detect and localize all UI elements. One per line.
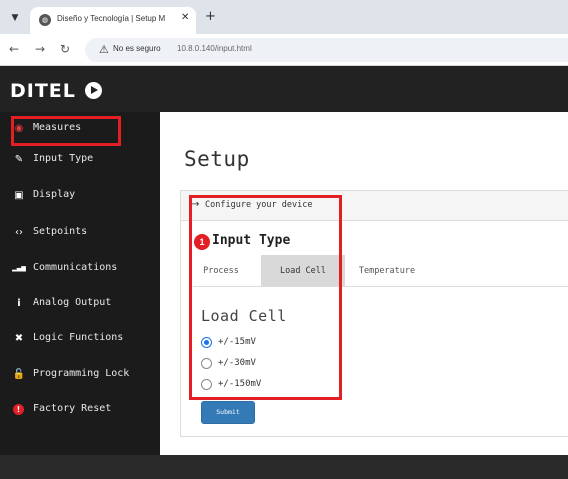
browser-tab[interactable]: ◍ Diseño y Tecnología | Setup M ✕ bbox=[30, 7, 196, 34]
url-text[interactable]: 10.8.0.140/input.html bbox=[177, 44, 252, 53]
tab-title: Diseño y Tecnología | Setup M bbox=[57, 14, 166, 23]
sidebar-item-display[interactable]: ▣ Display bbox=[0, 181, 160, 211]
code-icon: ‹› bbox=[15, 227, 23, 238]
sidebar-item-communications[interactable]: ▂▄▆ Communications bbox=[0, 254, 160, 284]
highlight-box-measures bbox=[11, 116, 121, 146]
logo-play-icon bbox=[85, 82, 102, 99]
sidebar-item-setpoints[interactable]: ‹› Setpoints bbox=[0, 218, 160, 248]
sidebar-item-label: Programming Lock bbox=[33, 368, 130, 379]
security-label[interactable]: No es seguro bbox=[113, 44, 161, 53]
warning-icon[interactable]: ⚠ bbox=[99, 43, 109, 56]
wrench-icon: ✎ bbox=[14, 154, 24, 165]
browser-tabstrip: ▼ ◍ Diseño y Tecnología | Setup M ✕ + bbox=[0, 0, 568, 34]
sidebar-item-label: Communications bbox=[33, 262, 118, 273]
site-header: DITEL bbox=[0, 66, 568, 112]
unlock-icon: 🔓 bbox=[12, 369, 26, 380]
page-title: Setup bbox=[184, 147, 250, 171]
sidebar-item-label: Input Type bbox=[33, 153, 94, 164]
tab-close-icon[interactable]: ✕ bbox=[181, 12, 189, 23]
reload-icon[interactable]: ↻ bbox=[60, 42, 70, 56]
alert-icon: ! bbox=[13, 404, 24, 415]
footer-bar bbox=[0, 455, 568, 479]
sidebar-item-analog-output[interactable]: i Analog Output bbox=[0, 289, 160, 319]
sidebar-item-label: Setpoints bbox=[33, 226, 88, 237]
globe-favicon-icon: ◍ bbox=[39, 14, 51, 26]
tab-temperature[interactable]: Temperature bbox=[345, 255, 429, 287]
logo[interactable]: DITEL bbox=[10, 80, 76, 102]
sidebar: ◉ Measures ✎ Input Type ▣ Display ‹› Set… bbox=[0, 112, 160, 479]
sidebar-item-label: Factory Reset bbox=[33, 403, 112, 414]
sidebar-item-label: Display bbox=[33, 189, 76, 200]
sidebar-item-input-type[interactable]: ✎ Input Type bbox=[0, 145, 160, 175]
submit-button[interactable]: Submit bbox=[201, 401, 255, 424]
tab-search-chevron-icon[interactable]: ▼ bbox=[8, 11, 22, 25]
sidebar-item-label: Logic Functions bbox=[33, 332, 124, 343]
address-bar[interactable]: ⚠ No es seguro 10.8.0.140/input.html bbox=[85, 38, 568, 62]
sidebar-item-programming-lock[interactable]: 🔓 Programming Lock bbox=[0, 360, 160, 390]
arrow-right-icon[interactable]: → bbox=[35, 42, 45, 56]
signal-icon: ▂▄▆ bbox=[12, 265, 26, 272]
sidebar-item-factory-reset[interactable]: ! Factory Reset bbox=[0, 395, 160, 425]
browser-toolbar: ← → ↻ ⚠ No es seguro 10.8.0.140/input.ht… bbox=[0, 34, 568, 66]
camera-icon: ▣ bbox=[14, 190, 24, 201]
sidebar-item-label: Analog Output bbox=[33, 297, 112, 308]
new-tab-button[interactable]: + bbox=[205, 9, 216, 24]
puzzle-icon: ✖ bbox=[14, 333, 24, 344]
info-icon: i bbox=[17, 298, 21, 309]
sidebar-item-logic-functions[interactable]: ✖ Logic Functions bbox=[0, 324, 160, 354]
arrow-left-icon[interactable]: ← bbox=[9, 42, 19, 56]
highlight-box-input-type bbox=[189, 195, 342, 400]
